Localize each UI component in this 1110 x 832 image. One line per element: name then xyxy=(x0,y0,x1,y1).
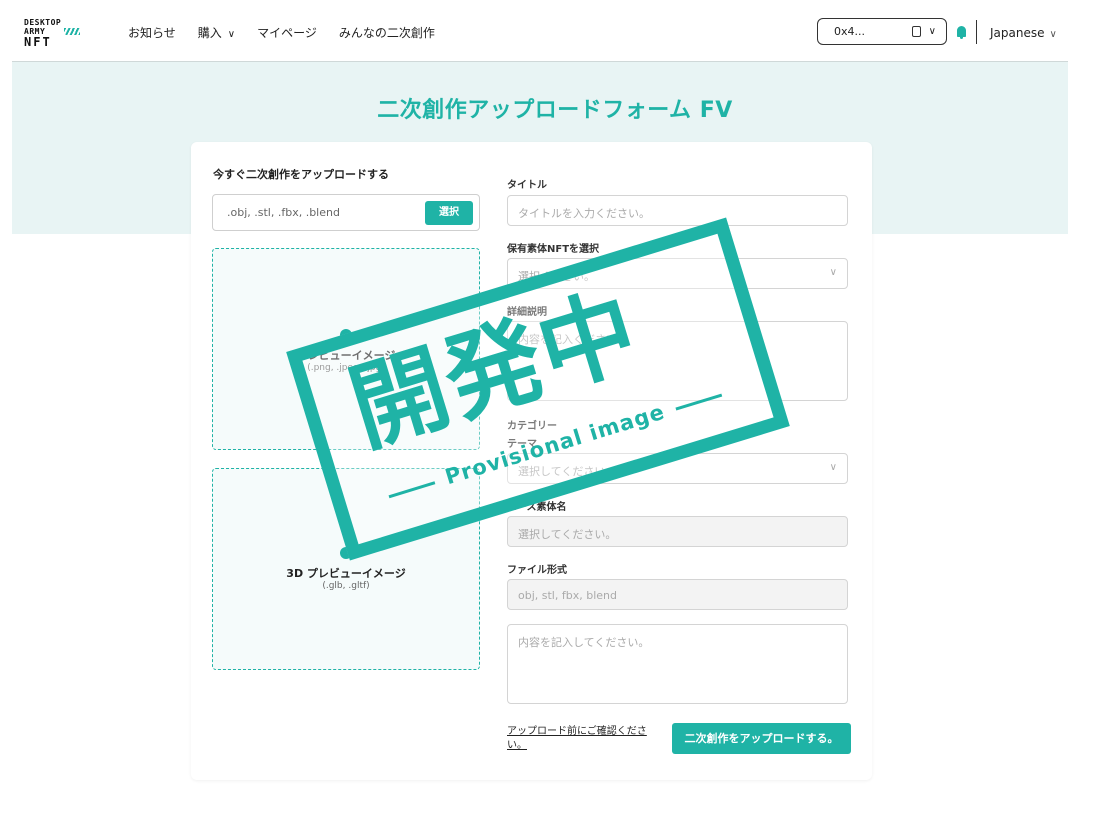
image-upload-icon xyxy=(340,329,352,341)
language-selector[interactable]: Japanese ∨ xyxy=(990,26,1057,40)
preview-3d-dropzone[interactable]: 3D プレビューイメージ (.glb, .gltf) xyxy=(212,468,480,670)
chevron-down-icon: ∨ xyxy=(1049,29,1057,40)
preview-image-label: プレビューイメージ xyxy=(296,349,396,362)
page-title: 二次創作アップロードフォーム FV xyxy=(377,98,733,123)
file-format-field: obj, stl, fbx, blend xyxy=(507,579,848,610)
chevron-down-icon: ∨ xyxy=(829,462,837,473)
wallet-address: 0x4... xyxy=(834,25,865,38)
preview-image-formats: (.png, .jpeg, .jpg) xyxy=(307,363,385,373)
chevron-down-icon: ∨ xyxy=(829,267,837,278)
nav-item-mypage[interactable]: マイページ xyxy=(257,24,317,41)
nav-item-purchase[interactable]: 購入 ∨ xyxy=(198,24,235,41)
base-model-label: ベース素体名 xyxy=(507,502,567,513)
file-input-placeholder: .obj, .stl, .fbx, .blend xyxy=(227,206,340,219)
nft-select-label: 保有素体NFTを選択 xyxy=(507,244,600,255)
chevron-down-icon: ∨ xyxy=(928,26,936,37)
confirm-before-upload-link[interactable]: アップロード前にご確認ください。 xyxy=(507,725,647,753)
chevron-down-icon: ∨ xyxy=(227,29,236,40)
model-upload-icon xyxy=(340,547,352,559)
nft-select[interactable]: 選択ください。 ∨ xyxy=(507,258,848,289)
theme-select[interactable]: 選択してください。 ∨ xyxy=(507,453,848,484)
select-file-button[interactable]: 選択 xyxy=(425,201,473,225)
main-nav: お知らせ 購入 ∨ マイページ みんなの二次創作 xyxy=(128,24,457,41)
nav-item-community-works[interactable]: みんなの二次創作 xyxy=(339,24,435,41)
bell-icon[interactable] xyxy=(957,26,966,39)
title-input[interactable]: タイトルを入力ください。 xyxy=(507,195,848,226)
description-label: 詳細説明 xyxy=(507,307,547,318)
model-file-input[interactable]: .obj, .stl, .fbx, .blend 選択 xyxy=(212,194,480,231)
desktop-army-logo[interactable]: DESKTOP ARMY NFT xyxy=(24,18,84,48)
nav-item-news[interactable]: お知らせ xyxy=(128,24,176,41)
description-textarea[interactable]: 内容を記入ください。 xyxy=(507,321,848,401)
divider xyxy=(976,20,977,44)
theme-label: テーマ xyxy=(507,439,537,450)
wallet-address-button[interactable]: 0x4... ∨ xyxy=(817,18,947,45)
copy-icon[interactable] xyxy=(911,26,921,37)
top-header: DESKTOP ARMY NFT お知らせ 購入 ∨ マイページ みんなの二次創作… xyxy=(0,0,1110,62)
notes-textarea[interactable]: 内容を記入してください。 xyxy=(507,624,848,704)
preview-3d-formats: (.glb, .gltf) xyxy=(322,581,370,591)
title-label: タイトル xyxy=(507,180,547,191)
upload-heading: 今すぐ二次創作をアップロードする xyxy=(213,168,389,181)
category-label: カテゴリー xyxy=(507,421,557,432)
file-format-label: ファイル形式 xyxy=(507,565,567,576)
base-model-field: 選択してください。 xyxy=(507,516,848,547)
upload-submit-button[interactable]: 二次創作をアップロードする。 xyxy=(672,723,851,754)
preview-image-dropzone[interactable]: プレビューイメージ (.png, .jpeg, .jpg) xyxy=(212,248,480,450)
preview-3d-label: 3D プレビューイメージ xyxy=(286,567,406,580)
